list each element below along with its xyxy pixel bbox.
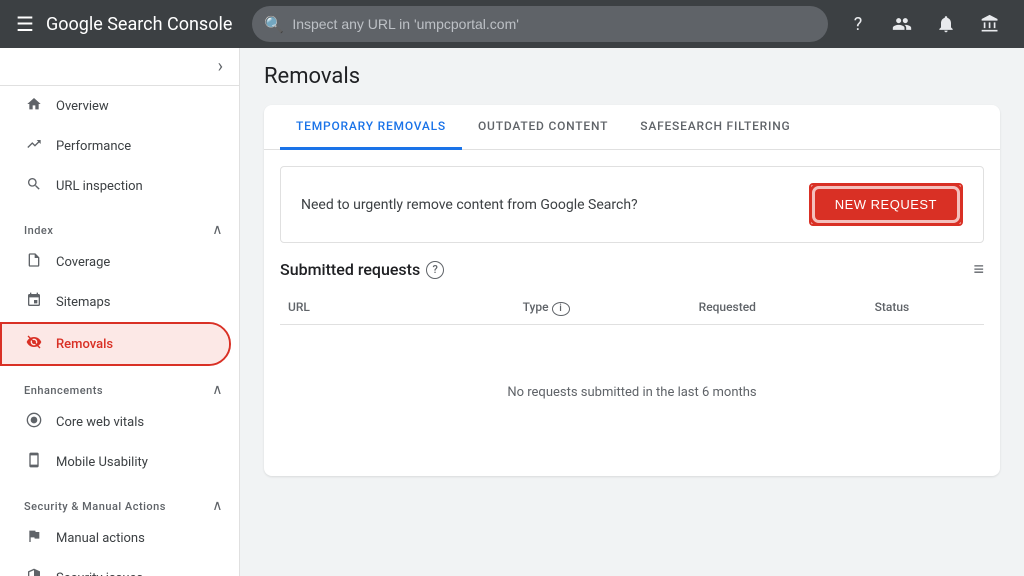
mobile-usability-icon xyxy=(24,452,44,472)
hamburger-icon[interactable]: ☰ xyxy=(16,12,34,36)
url-inspection-icon xyxy=(24,176,44,196)
sitemaps-label: Sitemaps xyxy=(56,295,111,310)
section-enhancements-arrow[interactable]: ∧ xyxy=(212,382,223,398)
sitemaps-icon xyxy=(24,292,44,312)
sidebar-item-core-web-vitals[interactable]: Core web vitals xyxy=(0,402,231,442)
coverage-label: Coverage xyxy=(56,255,110,270)
tabs-bar: TEMPORARY REMOVALS OUTDATED CONTENT SAFE… xyxy=(264,105,1000,150)
empty-message: No requests submitted in the last 6 mont… xyxy=(507,385,756,400)
manual-actions-icon xyxy=(24,528,44,548)
sidebar-item-url-inspection[interactable]: URL inspection xyxy=(0,166,231,206)
performance-icon xyxy=(24,136,44,156)
sidebar-item-sitemaps[interactable]: Sitemaps xyxy=(0,282,231,322)
col-status: Status xyxy=(867,300,984,316)
section-enhancements-label: Enhancements xyxy=(24,384,103,397)
search-bar[interactable]: 🔍 xyxy=(252,6,828,42)
submitted-header: Submitted requests ? ≡ xyxy=(280,259,984,280)
filter-icon[interactable]: ≡ xyxy=(973,259,984,280)
submitted-title: Submitted requests ? xyxy=(280,260,444,279)
navbar-icons: ? xyxy=(840,6,1008,42)
overview-label: Overview xyxy=(56,99,109,114)
mobile-usability-label: Mobile Usability xyxy=(56,455,148,470)
help-icon[interactable]: ? xyxy=(840,6,876,42)
section-security: Security & Manual Actions ∧ xyxy=(0,482,239,518)
section-index: Index ∧ xyxy=(0,206,239,242)
sidebar-item-performance[interactable]: Performance xyxy=(0,126,231,166)
removals-icon xyxy=(24,334,44,354)
new-request-wrapper: NEW REQUEST xyxy=(809,183,963,226)
collapse-arrow-icon[interactable]: › xyxy=(218,56,223,77)
navbar: ☰ Google Search Console 🔍 ? xyxy=(0,0,1024,48)
brand-logo: Google Search Console xyxy=(46,14,232,35)
tab-safesearch-filtering[interactable]: SAFESEARCH FILTERING xyxy=(624,105,806,150)
main-content: Removals TEMPORARY REMOVALS OUTDATED CON… xyxy=(240,48,1024,576)
submitted-help-icon[interactable]: ? xyxy=(426,261,444,279)
sidebar-item-security-issues[interactable]: Security issues xyxy=(0,558,231,576)
col-type: Type i xyxy=(515,300,691,316)
brand-text: Google Search Console xyxy=(46,14,232,35)
empty-state: No requests submitted in the last 6 mont… xyxy=(280,325,984,460)
coverage-icon xyxy=(24,252,44,272)
col-url: URL xyxy=(280,300,515,316)
tab-outdated-content[interactable]: OUTDATED CONTENT xyxy=(462,105,624,150)
sidebar-item-coverage[interactable]: Coverage xyxy=(0,242,231,282)
sidebar-item-overview[interactable]: Overview xyxy=(0,86,231,126)
urgent-text: Need to urgently remove content from Goo… xyxy=(301,197,638,213)
url-inspection-label: URL inspection xyxy=(56,179,143,194)
section-security-arrow[interactable]: ∧ xyxy=(212,498,223,514)
sidebar: › Overview Performance URL inspection In… xyxy=(0,48,240,576)
manual-actions-label: Manual actions xyxy=(56,531,145,546)
account-icon[interactable] xyxy=(884,6,920,42)
table-header: URL Type i Requested Status xyxy=(280,292,984,325)
section-index-arrow[interactable]: ∧ xyxy=(212,222,223,238)
section-enhancements: Enhancements ∧ xyxy=(0,366,239,402)
sidebar-item-removals[interactable]: Removals xyxy=(2,324,229,364)
core-web-vitals-icon xyxy=(24,412,44,432)
section-index-label: Index xyxy=(24,224,53,237)
sidebar-collapse: › xyxy=(0,48,239,86)
layout: › Overview Performance URL inspection In… xyxy=(0,48,1024,576)
urgent-banner: Need to urgently remove content from Goo… xyxy=(280,166,984,243)
removals-label: Removals xyxy=(56,337,113,352)
sidebar-item-manual-actions[interactable]: Manual actions xyxy=(0,518,231,558)
search-icon: 🔍 xyxy=(264,15,284,34)
security-issues-label: Security issues xyxy=(56,571,143,576)
section-security-label: Security & Manual Actions xyxy=(24,500,166,513)
performance-label: Performance xyxy=(56,139,131,154)
notifications-icon[interactable] xyxy=(928,6,964,42)
page-title: Removals xyxy=(264,64,1000,89)
new-request-button[interactable]: NEW REQUEST xyxy=(815,189,957,220)
col-requested: Requested xyxy=(691,300,867,316)
content-card: TEMPORARY REMOVALS OUTDATED CONTENT SAFE… xyxy=(264,105,1000,476)
security-issues-icon xyxy=(24,568,44,576)
home-icon xyxy=(24,96,44,116)
removals-wrapper: Removals xyxy=(0,322,231,366)
apps-icon[interactable] xyxy=(972,6,1008,42)
search-input[interactable] xyxy=(292,16,816,32)
sidebar-item-mobile-usability[interactable]: Mobile Usability xyxy=(0,442,231,482)
submitted-title-text: Submitted requests xyxy=(280,260,420,279)
tab-temporary-removals[interactable]: TEMPORARY REMOVALS xyxy=(280,105,462,150)
card-body: Need to urgently remove content from Goo… xyxy=(264,150,1000,476)
core-web-vitals-label: Core web vitals xyxy=(56,415,144,430)
